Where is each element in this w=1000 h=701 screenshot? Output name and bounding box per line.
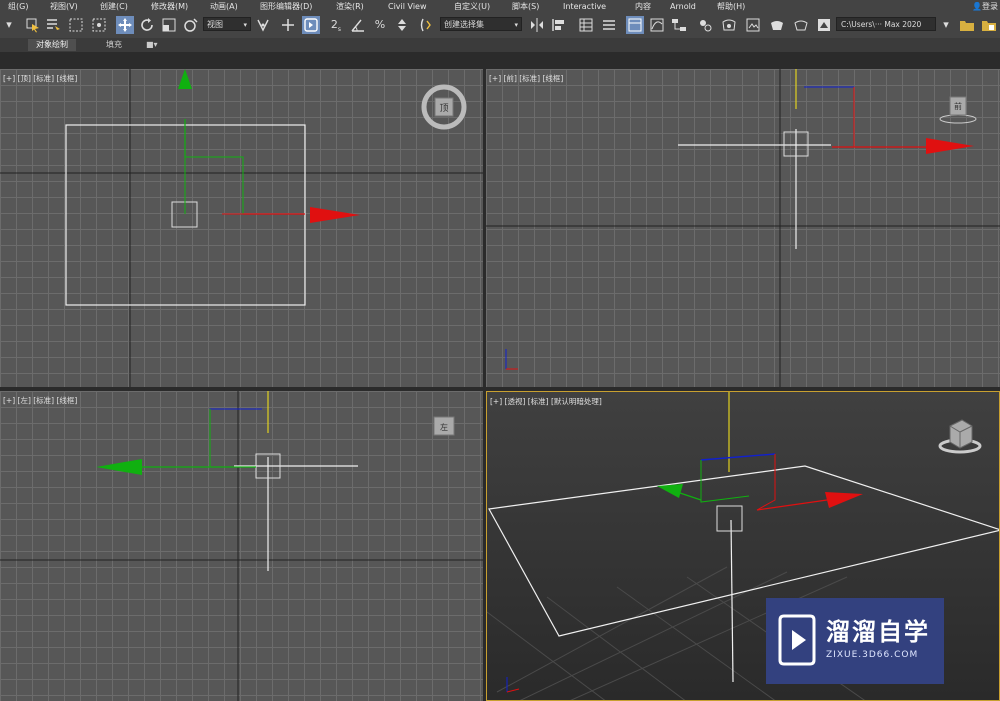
- tab-populate[interactable]: 填充: [98, 39, 130, 51]
- viewcube-icon[interactable]: 左: [424, 411, 464, 445]
- x-axis-line: [756, 499, 828, 511]
- material-editor-icon[interactable]: [696, 16, 714, 34]
- menu-group[interactable]: 组(G): [8, 0, 28, 13]
- named-selection-set-value: 创建选择集: [444, 20, 484, 29]
- ribbon-bar: 对象绘制 填充 ■▾: [0, 38, 1000, 52]
- pivot-center-icon[interactable]: [254, 16, 272, 34]
- curve-editor-icon[interactable]: [648, 16, 666, 34]
- select-and-place-icon[interactable]: [182, 16, 200, 34]
- tab-object-paint[interactable]: 对象绘制: [28, 39, 76, 51]
- user-icon: 👤: [972, 2, 982, 11]
- menu-customize[interactable]: 自定义(U): [454, 0, 490, 13]
- reference-coordinate-value: 视图: [207, 20, 223, 29]
- menu-rendering[interactable]: 渲染(R): [336, 0, 364, 13]
- spinner-snap-icon[interactable]: [393, 16, 411, 34]
- login-label: 登录: [982, 2, 998, 11]
- rendered-frame-window-icon[interactable]: [744, 16, 762, 34]
- menu-view[interactable]: 视图(V): [50, 0, 78, 13]
- svg-text:左: 左: [440, 422, 448, 432]
- viewcube-icon[interactable]: [935, 412, 985, 456]
- menu-bar: 组(G) 视图(V) 创建(C) 修改器(M) 动画(A) 图形编辑器(D) 渲…: [0, 0, 1000, 13]
- y-axis-arrow: [657, 484, 683, 498]
- chevron-down-icon[interactable]: ▾: [940, 16, 952, 34]
- menu-graph-editors[interactable]: 图形编辑器(D): [260, 0, 312, 13]
- angle-snap-icon[interactable]: [349, 16, 367, 34]
- y-axis-arrow: [96, 459, 142, 475]
- viewport-top[interactable]: [+] [顶] [标准] [线框] 顶: [0, 69, 483, 387]
- select-and-scale-icon[interactable]: [160, 16, 178, 34]
- render-iterative-icon[interactable]: [792, 16, 810, 34]
- select-by-name-icon[interactable]: [44, 16, 62, 34]
- svg-text:前: 前: [954, 101, 962, 111]
- y-axis-line: [676, 491, 702, 501]
- rectangular-selection-icon[interactable]: [67, 16, 85, 34]
- set-project-folder-icon[interactable]: [980, 16, 998, 34]
- select-manipulate-icon[interactable]: [279, 16, 297, 34]
- scene-explorer-icon[interactable]: [577, 16, 595, 34]
- window-crossing-icon[interactable]: [90, 16, 108, 34]
- x-axis-arrow: [825, 492, 863, 508]
- select-and-move-icon[interactable]: [116, 16, 134, 34]
- menu-help[interactable]: 帮助(H): [717, 0, 745, 13]
- chevron-down-icon: ▾: [243, 21, 247, 29]
- watermark-url: ZIXUE.3D66.COM: [826, 650, 919, 660]
- render-activeshade-icon[interactable]: [815, 16, 833, 34]
- chevron-down-icon: ▾: [514, 21, 518, 29]
- toggle-ribbon-icon[interactable]: [626, 16, 644, 34]
- ribbon-menu-icon: ■▾: [146, 40, 158, 49]
- menu-content[interactable]: 内容: [635, 0, 651, 13]
- transform-gizmo-center: [716, 505, 743, 532]
- render-production-icon[interactable]: [768, 16, 786, 34]
- select-and-rotate-icon[interactable]: [138, 16, 156, 34]
- menu-interactive[interactable]: Interactive: [563, 0, 606, 13]
- mirror-icon[interactable]: [528, 16, 546, 34]
- login-link[interactable]: 👤登录: [972, 0, 998, 13]
- menu-civil-view[interactable]: Civil View: [388, 0, 427, 13]
- viewport-left-scene: [0, 391, 483, 701]
- menu-create[interactable]: 创建(C): [100, 0, 128, 13]
- named-selection-set-dropdown[interactable]: 创建选择集 ▾: [440, 17, 522, 31]
- viewcube-icon[interactable]: 前: [936, 93, 980, 127]
- main-toolbar: ▾ 视图 ▾ 2s % 创建选择集 ▾ C:\Users\··· Max 202…: [0, 13, 1000, 39]
- menu-scripting[interactable]: 脚本(S): [512, 0, 539, 13]
- edit-named-selection-icon[interactable]: [418, 16, 436, 34]
- watermark-badge: 溜溜自学 ZIXUE.3D66.COM: [766, 598, 944, 684]
- toolbar-dropdown-arrow-icon[interactable]: ▾: [2, 16, 16, 34]
- menu-modifiers[interactable]: 修改器(M): [151, 0, 188, 13]
- menu-animation[interactable]: 动画(A): [210, 0, 238, 13]
- watermark-title: 溜溜自学: [826, 618, 930, 646]
- open-project-folder-icon[interactable]: [958, 16, 976, 34]
- x-axis-arrow: [926, 138, 974, 154]
- reference-coordinate-dropdown[interactable]: 视图 ▾: [203, 17, 251, 31]
- percent-snap-icon[interactable]: %: [371, 16, 389, 34]
- select-object-icon[interactable]: [24, 16, 42, 34]
- viewport-front-scene: [486, 69, 1000, 387]
- viewport-top-scene: [0, 69, 483, 387]
- x-axis-arrow: [310, 207, 360, 223]
- layer-explorer-icon[interactable]: [600, 16, 618, 34]
- keyboard-shortcut-override-icon[interactable]: [302, 16, 320, 34]
- render-setup-icon[interactable]: [720, 16, 738, 34]
- svg-text:顶: 顶: [439, 103, 448, 114]
- schematic-view-icon[interactable]: [670, 16, 688, 34]
- snaps-toggle-icon[interactable]: 2s: [327, 16, 345, 34]
- viewport-left[interactable]: [+] [左] [标准] [线框] 左: [0, 391, 483, 701]
- menu-arnold[interactable]: Arnold: [670, 0, 696, 13]
- viewcube-compass-icon[interactable]: 顶: [420, 83, 468, 131]
- ribbon-options-button[interactable]: ■▾: [138, 39, 166, 51]
- y-axis-arrow: [178, 69, 192, 89]
- align-icon[interactable]: [550, 16, 568, 34]
- viewport-front[interactable]: [+] [前] [标准] [线框] 前: [486, 69, 1000, 387]
- project-path-field[interactable]: C:\Users\··· Max 2020: [836, 17, 936, 31]
- play-logo-icon: [778, 614, 816, 666]
